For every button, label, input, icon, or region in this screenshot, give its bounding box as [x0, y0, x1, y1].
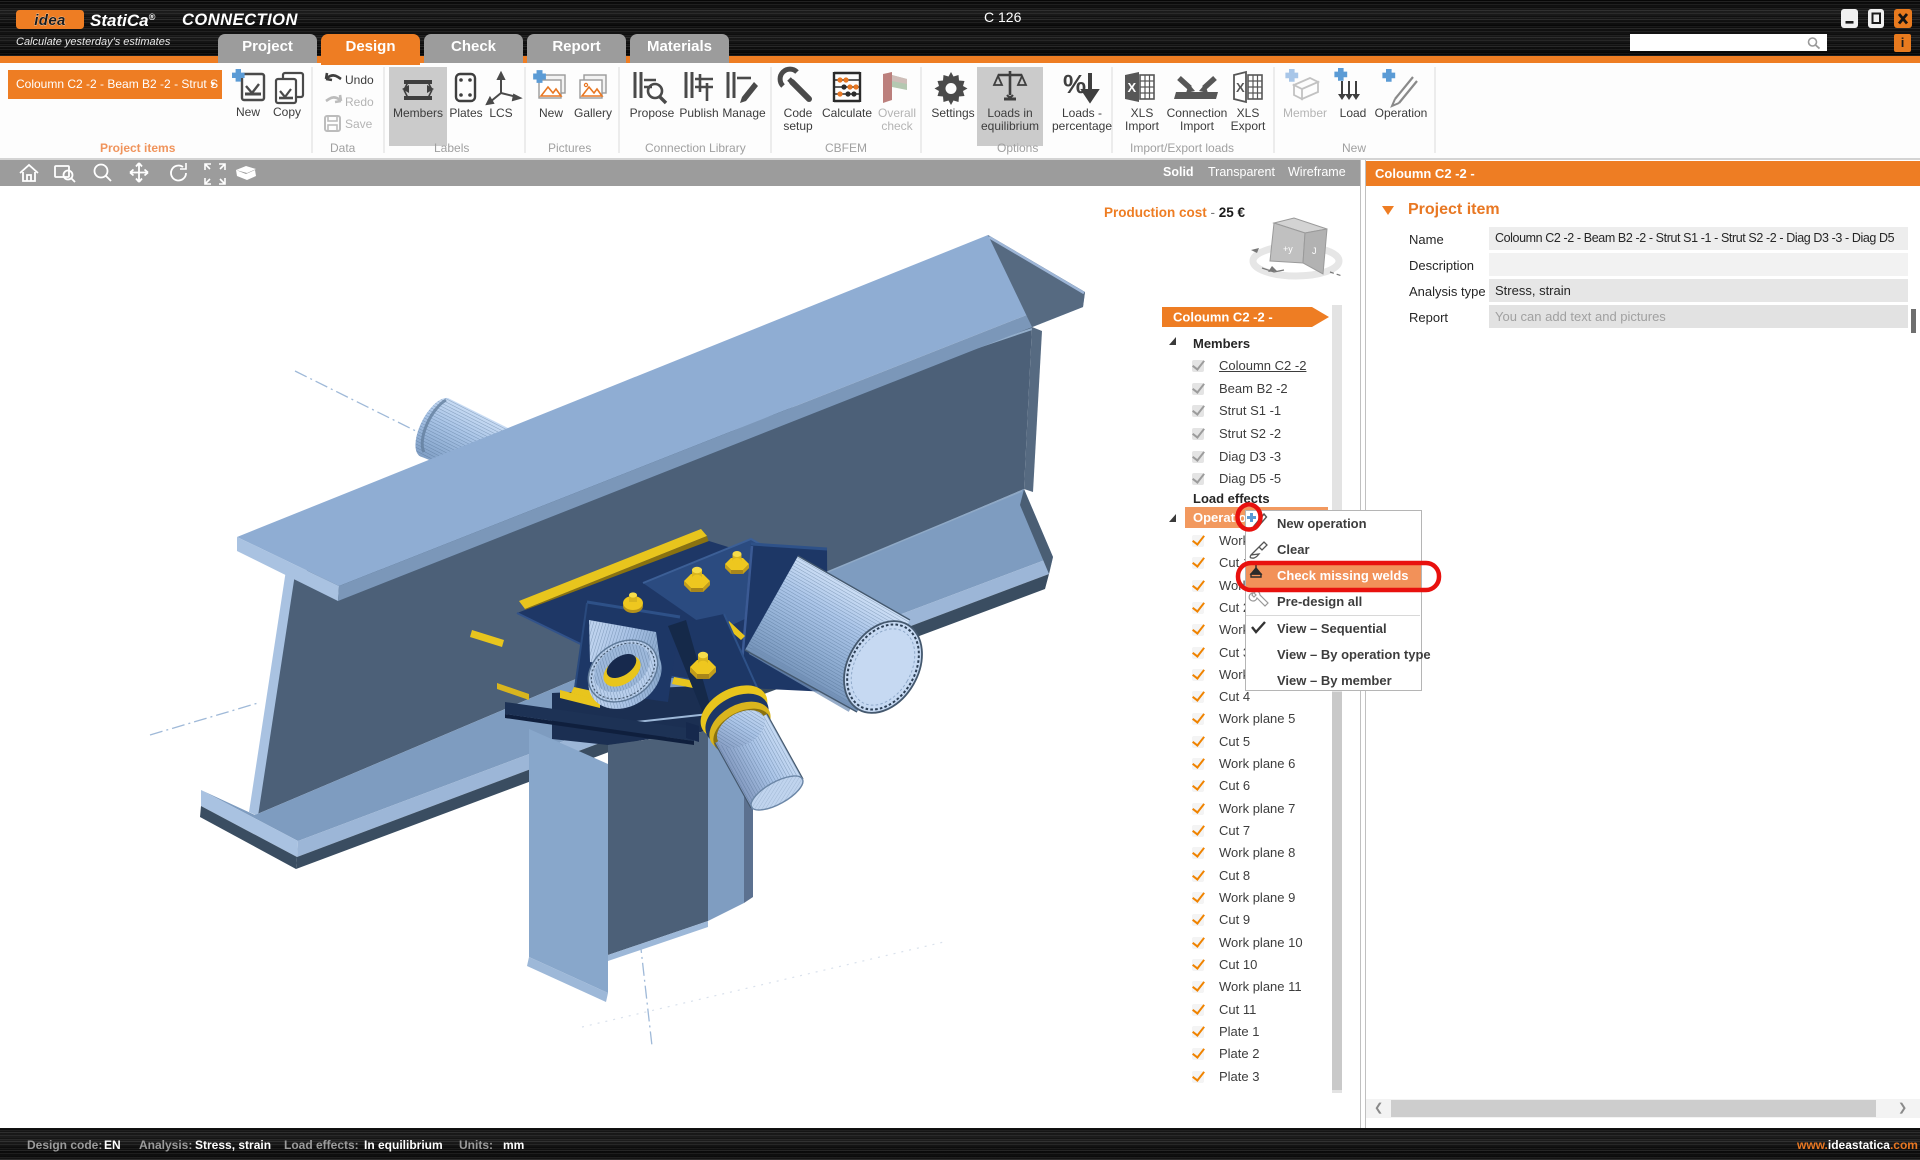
svg-text:X: X: [1128, 80, 1137, 95]
svg-text:Coloumn C2 -2 -: Coloumn C2 -2 -: [1173, 310, 1273, 325]
svg-text:X: X: [1236, 80, 1245, 95]
svg-text:+y: +y: [1283, 244, 1293, 254]
svg-text:idea: idea: [34, 12, 66, 29]
svg-text:CONNECTION: CONNECTION: [182, 11, 299, 29]
svg-text:StatiCa®: StatiCa®: [90, 11, 156, 30]
svg-text:Calculate yesterday's estimate: Calculate yesterday's estimates: [16, 36, 171, 48]
svg-text:%: %: [1063, 69, 1086, 99]
svg-text:J: J: [1312, 246, 1317, 256]
